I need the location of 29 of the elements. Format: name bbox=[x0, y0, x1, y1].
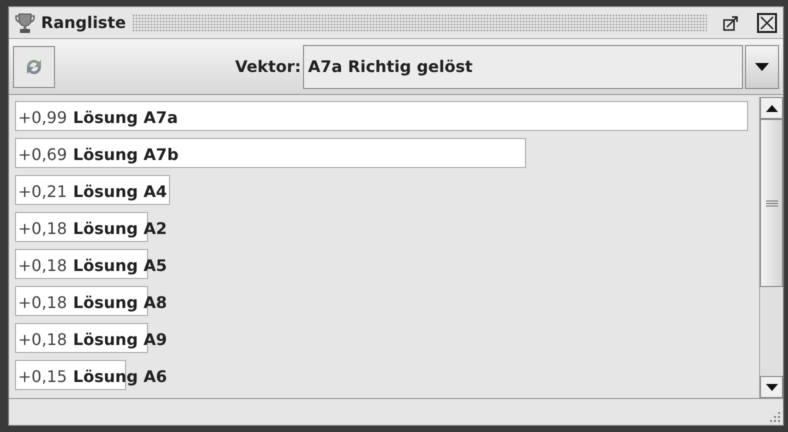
score-value: +0,18 bbox=[18, 254, 68, 276]
score-value: +0,21 bbox=[18, 180, 68, 202]
solution-name: Lösung A6 bbox=[73, 366, 168, 388]
grip-icon bbox=[766, 200, 778, 206]
scrollbar[interactable] bbox=[759, 97, 783, 398]
vector-label: Vektor: bbox=[235, 56, 301, 78]
score-value: +0,69 bbox=[18, 144, 68, 166]
score-value: +0,18 bbox=[18, 292, 68, 314]
vector-dropdown[interactable]: A7a Richtig gelöst bbox=[303, 44, 743, 88]
solution-name: Lösung A8 bbox=[73, 292, 168, 314]
score-value: +0,15 bbox=[18, 366, 68, 388]
window-title: Rangliste bbox=[41, 12, 126, 34]
caret-icon bbox=[755, 62, 769, 70]
resize-grip-icon[interactable] bbox=[770, 412, 780, 422]
scroll-up-icon[interactable] bbox=[766, 104, 778, 112]
trophy-icon bbox=[15, 12, 35, 34]
solution-name: Lösung A7a bbox=[73, 106, 178, 128]
solution-name: Lösung A2 bbox=[73, 218, 168, 240]
scroll-down-icon[interactable] bbox=[766, 384, 778, 390]
refresh-button[interactable] bbox=[13, 46, 55, 88]
solution-name: Lösung A9 bbox=[73, 328, 168, 350]
dropdown-button[interactable] bbox=[745, 44, 779, 88]
close-button[interactable] bbox=[757, 12, 777, 32]
solution-name: Lösung A7b bbox=[73, 144, 179, 166]
score-value: +0,18 bbox=[18, 328, 68, 350]
score-value: +0,18 bbox=[18, 218, 68, 240]
score-value: +0,99 bbox=[18, 106, 68, 128]
solution-name: Lösung A5 bbox=[73, 254, 168, 276]
solution-name: Lösung A4 bbox=[73, 180, 168, 202]
